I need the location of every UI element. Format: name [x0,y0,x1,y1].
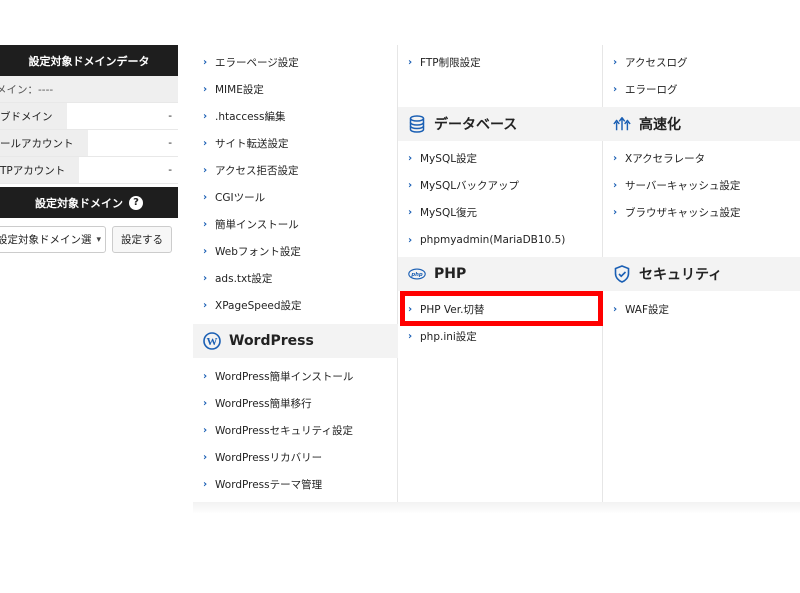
section-database: データベース [398,107,603,141]
chevron-right-icon: › [203,110,208,122]
chevron-right-icon: › [203,424,208,436]
php-icon: php [408,265,426,283]
ftp-account-row: TPアカウント - [0,157,178,184]
shield-icon [613,265,631,283]
menu-item-waf[interactable]: › WAF設定 [613,300,669,318]
menu-item-mime[interactable]: › MIME設定 [203,80,264,98]
section-title: データベース [434,117,518,133]
chevron-right-icon: › [408,303,413,315]
chevron-right-icon: › [203,164,208,176]
chevron-right-icon: › [203,218,208,230]
menu-item-server-cache[interactable]: › サーバーキャッシュ設定 [613,176,740,194]
menu-item-php-version[interactable]: › PHP Ver.切替 [408,300,484,318]
menu-item-error-page[interactable]: › エラーページ設定 [203,53,299,71]
chevron-right-icon: › [203,245,208,257]
section-wordpress: W WordPress [193,324,398,358]
menu-column-1: › エラーページ設定 › MIME設定 › .htaccess編集 › サイト転送設定 … [193,45,398,502]
menu-item-cgi-tool[interactable]: › CGIツール [203,188,265,206]
wordpress-icon: W [203,332,221,350]
section-speed: 高速化 [603,107,800,141]
domain-label: メイン：---- [0,83,54,96]
subdomain-label: ブドメイン [0,103,67,129]
target-domain-title: 設定対象ドメイン [35,196,123,210]
chevron-right-icon: › [408,234,413,246]
domain-row: メイン：---- [0,76,178,103]
help-icon[interactable]: ? [129,195,143,210]
mail-account-label: ールアカウント [0,130,88,156]
mail-account-value: - [168,137,172,149]
menu-item-wp-recovery[interactable]: › WordPressリカバリー [203,448,322,466]
section-php: php PHP [398,257,603,291]
domain-select[interactable]: 設定対象ドメイン選 ▾ [0,226,106,253]
menu-item-mysql-backup[interactable]: › MySQLバックアップ [408,176,519,194]
target-domain-header: 設定対象ドメイン ? [0,187,178,218]
menu-column-2: › FTP制限設定 データベース › MySQL設定 › MySQLバックアップ › M… [398,45,603,502]
menu-item-phpmyadmin[interactable]: › phpmyadmin(MariaDB10.5) [408,231,565,249]
section-title: セキュリティ [639,267,723,283]
database-icon [408,115,426,133]
subdomain-value: - [168,110,172,122]
menu-item-wp-security[interactable]: › WordPressセキュリティ設定 [203,421,353,439]
panel-shadow [193,502,800,514]
menu-item-php-ini[interactable]: › php.ini設定 [408,327,477,345]
section-title: 高速化 [639,117,681,133]
menu-item-xaccelerator[interactable]: › Xアクセラレータ [613,149,705,167]
ftp-account-label: TPアカウント [0,157,80,183]
chevron-right-icon: › [203,137,208,149]
domain-controls: 設定対象ドメイン選 ▾ 設定する [0,226,178,253]
menu-item-easy-install[interactable]: › 簡単インストール [203,215,299,233]
chevron-right-icon: › [203,451,208,463]
chevron-right-icon: › [203,370,208,382]
chevron-right-icon: › [203,56,208,68]
svg-text:W: W [207,336,218,348]
menu-item-browser-cache[interactable]: › ブラウザキャッシュ設定 [613,203,741,221]
speed-icon [613,115,631,133]
mail-account-row: ールアカウント - [0,130,178,157]
chevron-right-icon: › [203,272,208,284]
domain-data-header: 設定対象ドメインデータ [0,45,178,76]
menu-item-error-log[interactable]: › エラーログ [613,80,678,98]
set-domain-button[interactable]: 設定する [112,226,172,253]
menu-item-ads-txt[interactable]: › ads.txt設定 [203,269,272,287]
chevron-right-icon: › [408,56,413,68]
chevron-right-icon: › [203,299,208,311]
menu-item-access-deny[interactable]: › アクセス拒否設定 [203,161,298,179]
chevron-right-icon: › [203,191,208,203]
section-title: WordPress [229,333,314,349]
domain-data-panel: 設定対象ドメインデータ メイン：---- ブドメイン - ールアカウント - T… [0,45,178,253]
section-title: PHP [434,266,467,282]
chevron-right-icon: › [613,206,618,218]
menu-item-site-redirect[interactable]: › サイト転送設定 [203,134,289,152]
menu-item-mysql-restore[interactable]: › MySQL復元 [408,203,477,221]
ftp-account-value: - [168,164,172,176]
menu-item-wp-install[interactable]: › WordPress簡単インストール [203,367,353,385]
chevron-right-icon: › [613,152,618,164]
chevron-right-icon: › [613,56,618,68]
menu-item-web-font[interactable]: › Webフォント設定 [203,242,301,260]
chevron-right-icon: › [203,397,208,409]
chevron-right-icon: › [613,179,618,191]
chevron-right-icon: › [408,206,413,218]
menu-column-3: › アクセスログ › エラーログ 高速化 › Xアクセラレータ › サーバーキャッシュ設… [603,45,800,502]
server-menu-grid: › エラーページ設定 › MIME設定 › .htaccess編集 › サイト転送設定 … [193,45,800,502]
svg-text:php: php [410,272,423,278]
menu-item-htaccess[interactable]: › .htaccess編集 [203,107,286,125]
menu-item-access-log[interactable]: › アクセスログ [613,53,687,71]
domain-select-value: 設定対象ドメイン選 [0,234,92,246]
chevron-down-icon: ▾ [96,234,101,245]
chevron-right-icon: › [408,179,413,191]
menu-item-wp-theme[interactable]: › WordPressテーマ管理 [203,475,322,493]
chevron-right-icon: › [408,330,413,342]
chevron-right-icon: › [203,478,208,490]
chevron-right-icon: › [408,152,413,164]
menu-item-wp-migrate[interactable]: › WordPress簡単移行 [203,394,312,412]
section-security: セキュリティ [603,257,800,291]
menu-item-ftp-limit[interactable]: › FTP制限設定 [408,53,481,71]
chevron-right-icon: › [613,83,618,95]
chevron-right-icon: › [203,83,208,95]
subdomain-row: ブドメイン - [0,103,178,130]
chevron-right-icon: › [613,303,618,315]
menu-item-mysql-settings[interactable]: › MySQL設定 [408,149,477,167]
menu-item-xpagespeed[interactable]: › XPageSpeed設定 [203,296,302,314]
